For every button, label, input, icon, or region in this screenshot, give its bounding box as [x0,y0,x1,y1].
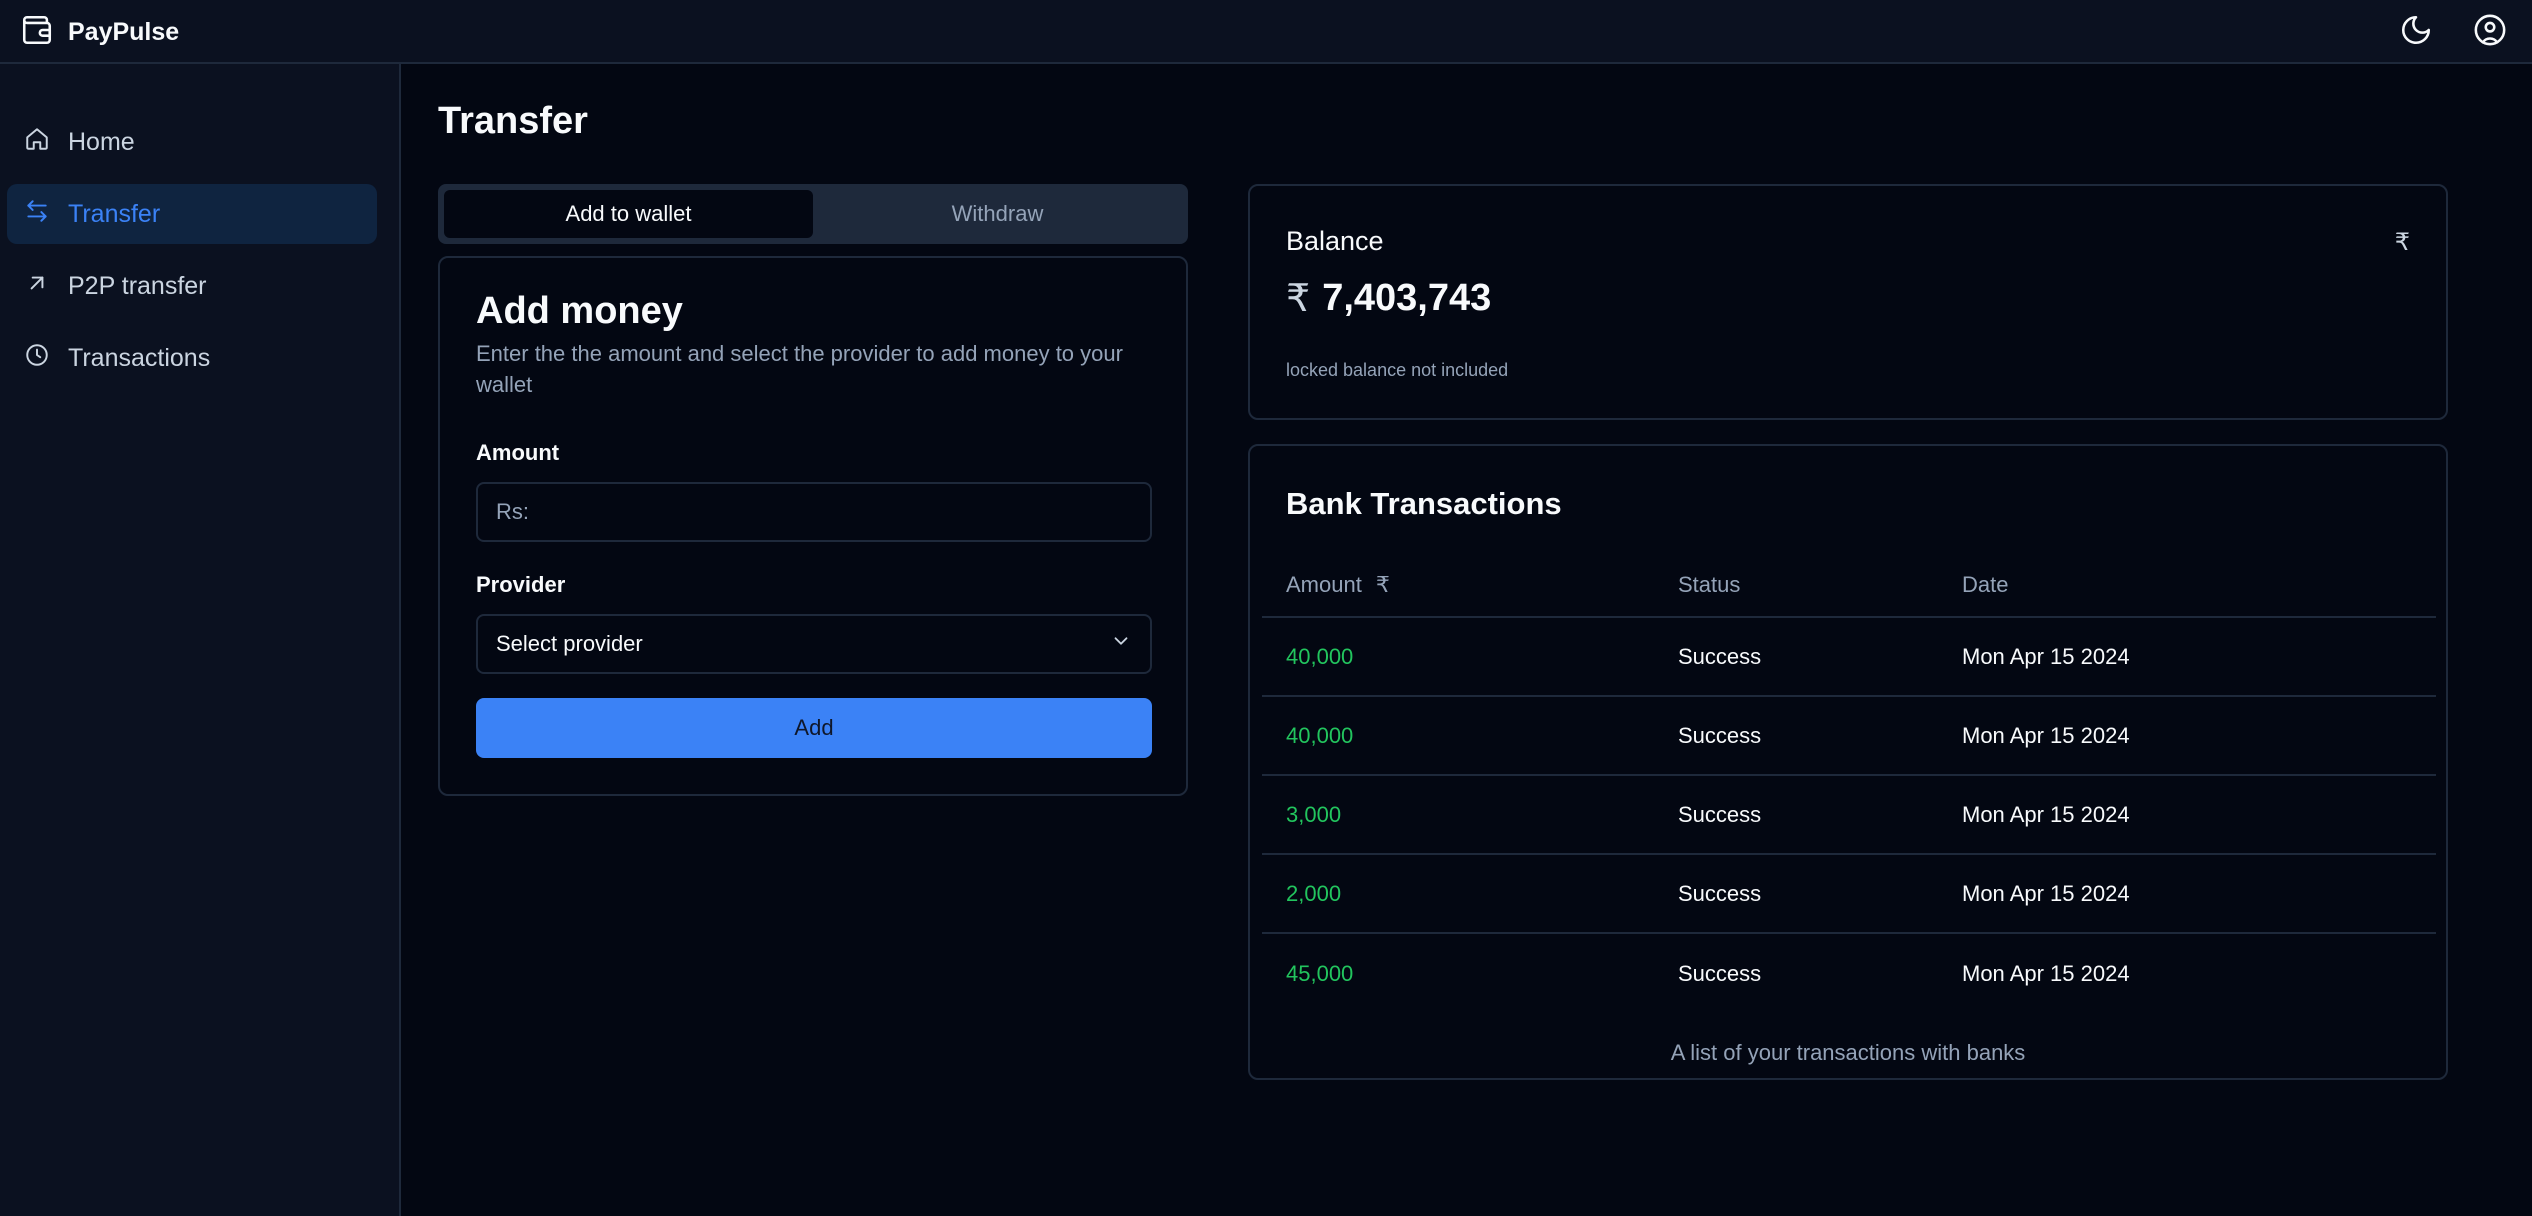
rupee-icon: ₹ [1375,572,1390,597]
row-status: Success [1678,880,1762,906]
row-date: Mon Apr 15 2024 [1962,801,2130,827]
home-icon [24,126,50,159]
user-circle-icon [2473,13,2507,52]
bank-transactions-title: Bank Transactions [1286,486,1562,521]
wallet-icon [20,13,54,52]
sidebar-item-label: Transfer [68,199,161,228]
top-bar: PayPulse [0,0,2532,64]
top-actions [2394,10,2512,54]
column-header-date: Date [1962,572,2009,597]
row-date: Mon Apr 15 2024 [1962,960,2130,986]
account-button[interactable] [2468,10,2512,54]
column-header-amount: Amount ₹ [1262,572,1678,598]
table-row: 40,000 Success Mon Apr 15 2024 [1262,697,2436,776]
row-amount: 45,000 [1286,960,1354,986]
row-date: Mon Apr 15 2024 [1962,643,2130,669]
table-row: 40,000 Success Mon Apr 15 2024 [1262,618,2436,697]
row-status: Success [1678,960,1762,986]
table-caption: A list of your transactions with banks [1670,1040,2026,1065]
balance-note: locked balance not included [1286,360,1509,380]
row-amount: 40,000 [1286,643,1354,669]
bank-transactions-card: Bank Transactions Amount ₹ Status Date 4… [1248,444,2448,1080]
row-status: Success [1678,643,1762,669]
rupee-symbol: ₹ [1286,278,1311,320]
amount-input[interactable] [476,482,1152,542]
add-money-card: Add money Enter the the amount and selec… [438,256,1188,796]
row-amount: 2,000 [1286,880,1342,906]
sidebar-item-label: Transactions [68,343,211,372]
tab-withdraw[interactable]: Withdraw [813,190,1182,238]
row-status: Success [1678,722,1762,748]
arrow-up-right-icon [24,270,50,303]
table-row: 3,000 Success Mon Apr 15 2024 [1262,776,2436,855]
sidebar-item-label: Home [68,127,135,156]
page-title: Transfer [438,100,588,142]
balance-value: 7,403,743 [1322,277,1492,319]
row-date: Mon Apr 15 2024 [1962,722,2130,748]
app-root: PayPulse Home Transfer P2P transfer Tran… [0,0,2532,1216]
sidebar-nav: Home Transfer P2P transfer Transactions [7,112,377,400]
add-money-description: Enter the the amount and select the prov… [476,341,1123,397]
rupee-icon: ₹ [2394,229,2410,256]
theme-toggle-button[interactable] [2394,10,2438,54]
column-header-amount-label: Amount [1286,572,1362,597]
row-amount: 40,000 [1286,722,1354,748]
brand[interactable]: PayPulse [20,12,179,52]
bank-transactions-table: Amount ₹ Status Date 40,000 Success Mon … [1262,554,2436,1013]
row-date: Mon Apr 15 2024 [1962,880,2130,906]
add-money-title: Add money [476,290,683,332]
sidebar-item-transactions[interactable]: Transactions [7,328,377,388]
amount-label: Amount [476,440,560,465]
balance-title: Balance [1286,226,1384,256]
table-header: Amount ₹ Status Date [1262,554,2436,618]
sidebar: Home Transfer P2P transfer Transactions [0,64,401,1216]
chevron-down-icon [1110,630,1132,658]
sidebar-item-home[interactable]: Home [7,112,377,172]
sidebar-item-p2p-transfer[interactable]: P2P transfer [7,256,377,316]
balance-amount: ₹ 7,403,743 [1286,276,1491,321]
column-header-status: Status [1678,572,1741,597]
clock-icon [24,342,50,375]
provider-select[interactable]: Select provider [476,614,1152,674]
arrows-left-right-icon [24,198,50,231]
provider-label: Provider [476,572,566,597]
row-amount: 3,000 [1286,801,1342,827]
transfer-tabs: Add to wallet Withdraw [438,184,1188,244]
sidebar-item-label: P2P transfer [68,271,207,300]
table-row: 45,000 Success Mon Apr 15 2024 [1262,934,2436,1013]
sidebar-item-transfer[interactable]: Transfer [7,184,377,244]
moon-icon [2399,13,2433,52]
balance-card: Balance ₹ ₹ 7,403,743 locked balance not… [1248,184,2448,420]
provider-select-value: Select provider [496,631,643,656]
app-name: PayPulse [68,17,180,46]
table-row: 2,000 Success Mon Apr 15 2024 [1262,855,2436,934]
tab-add-to-wallet[interactable]: Add to wallet [444,190,813,238]
add-button[interactable]: Add [476,698,1152,758]
row-status: Success [1678,801,1762,827]
